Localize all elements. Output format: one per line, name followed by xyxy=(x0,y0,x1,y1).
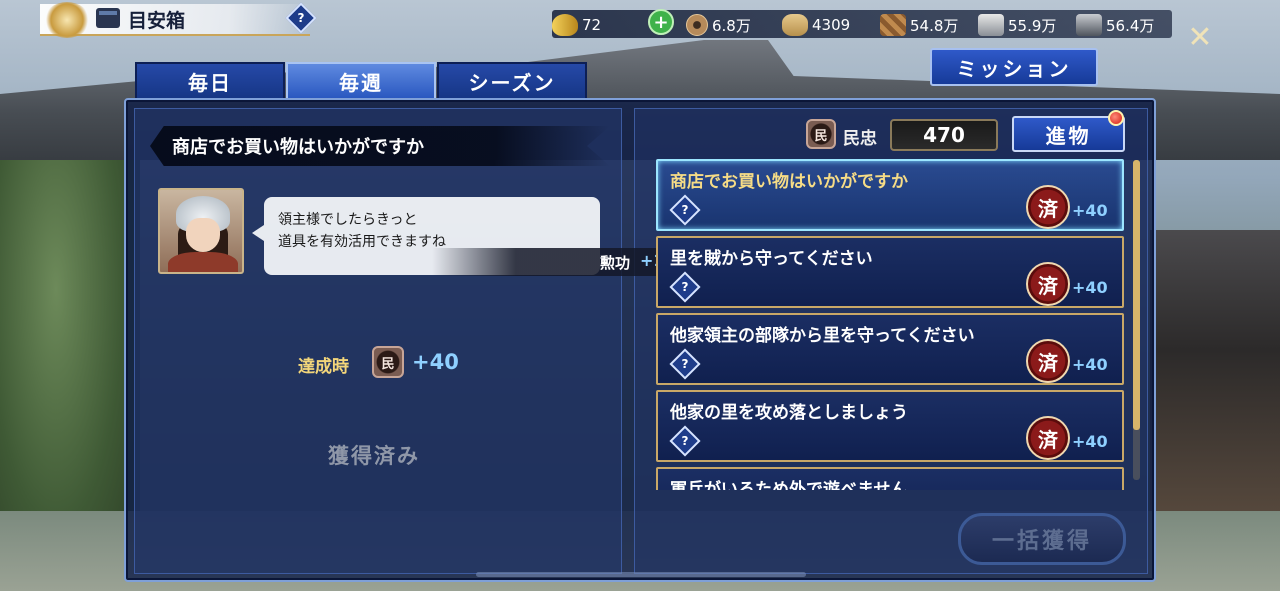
resource-lumber-value: 54.8万 xyxy=(910,16,959,35)
mission-help-button[interactable]: ? xyxy=(669,425,701,457)
mission-item[interactable]: 他家の里を攻め落としましょう ? 済 +40 xyxy=(656,390,1124,462)
mission-title: 他家領主の部隊から里を守ってください xyxy=(670,326,975,346)
scroll-thumb[interactable] xyxy=(1133,160,1140,430)
mission-title: 軍兵がいるため外で遊べません xyxy=(670,480,908,490)
speech-line-1: 領主様でしたらきっと xyxy=(278,212,418,228)
mission-item[interactable]: 他家領主の部隊から里を守ってください ? 済 +40 xyxy=(656,313,1124,385)
kunko-label: 勲功 xyxy=(600,254,631,272)
completed-stamp-icon: 済 xyxy=(1026,416,1070,460)
mission-list-scrollbar[interactable] xyxy=(1133,160,1140,480)
detail-pane xyxy=(134,108,622,574)
resource-coin-value: 6.8万 xyxy=(712,16,751,35)
help-icon: ? xyxy=(681,203,689,217)
resource-rice-value: 4309 xyxy=(812,16,851,34)
help-icon: ? xyxy=(681,280,689,294)
mission-title: 里を賊から守ってください xyxy=(670,249,873,269)
loyalty-badge-icon: 民 xyxy=(806,119,836,149)
mission-points: +40 xyxy=(1072,278,1108,297)
crest-icon xyxy=(44,2,90,38)
resource-gold-value: 72 xyxy=(582,16,602,34)
mission-help-button[interactable]: ? xyxy=(669,194,701,226)
claimed-status: 獲得済み xyxy=(328,443,420,468)
lumber-icon xyxy=(880,14,906,36)
npc-portrait xyxy=(158,188,244,274)
horizontal-scroll-indicator xyxy=(476,572,806,577)
page-title: 目安箱 xyxy=(128,10,186,32)
resource-iron-value: 56.4万 xyxy=(1106,16,1155,35)
help-icon: ? xyxy=(681,357,689,371)
help-icon: ? xyxy=(681,434,689,448)
help-icon: ? xyxy=(297,11,305,25)
coin-icon xyxy=(686,14,708,36)
tab-weekly[interactable]: 毎週 xyxy=(286,62,436,98)
mission-item[interactable]: 商店でお買い物はいかがですか ? 済 +40 xyxy=(656,159,1124,231)
mission-list[interactable]: 商店でお買い物はいかがですか ? 済 +40 里を賊から守ってください ? 済 … xyxy=(654,156,1126,490)
resource-bar: 72 + 6.8万 4309 54.8万 55.9万 56.4万 xyxy=(552,9,1172,38)
mission-points: +40 xyxy=(1072,201,1108,220)
rice-bale-icon xyxy=(782,14,808,36)
iron-icon xyxy=(1076,14,1102,36)
detail-heading: 商店でお買い物はいかがですか xyxy=(172,137,424,158)
claim-all-button[interactable]: 一括獲得 xyxy=(958,513,1126,565)
completed-stamp-icon: 済 xyxy=(1026,339,1070,383)
resource-gold: 72 xyxy=(552,14,601,36)
suggestion-box-icon xyxy=(96,8,120,28)
stone-icon xyxy=(978,14,1004,36)
mission-help-button[interactable]: ? xyxy=(669,271,701,303)
mission-help-button[interactable]: ? xyxy=(669,348,701,380)
reward-label: 達成時 xyxy=(298,357,349,377)
gold-koban-icon xyxy=(552,14,578,36)
close-button[interactable]: ✕ xyxy=(1186,23,1214,53)
add-gold-button[interactable]: + xyxy=(648,9,674,35)
resource-coin: 6.8万 xyxy=(686,14,751,36)
mission-item[interactable]: 里を賊から守ってください ? 済 +40 xyxy=(656,236,1124,308)
tab-season[interactable]: シーズン xyxy=(437,62,587,98)
resource-stone-value: 55.9万 xyxy=(1008,16,1057,35)
mission-title: 他家の里を攻め落としましょう xyxy=(670,403,908,423)
completed-stamp-icon: 済 xyxy=(1026,262,1070,306)
resource-lumber: 54.8万 xyxy=(880,14,958,36)
background-building xyxy=(1150,230,1280,530)
resource-rice: 4309 xyxy=(782,14,850,36)
mission-button[interactable]: ミッション xyxy=(930,48,1098,86)
tab-daily[interactable]: 毎日 xyxy=(135,62,285,98)
mission-points: +40 xyxy=(1072,432,1108,451)
mission-title: 商店でお買い物はいかがですか xyxy=(670,172,908,192)
reward-value: +40 xyxy=(412,350,459,374)
plus-icon: + xyxy=(648,9,674,35)
min-badge-icon: 民 xyxy=(372,346,404,378)
loyalty-value: 470 xyxy=(890,119,998,151)
resource-iron: 56.4万 xyxy=(1076,14,1154,36)
completed-stamp-icon: 済 xyxy=(1026,185,1070,229)
loyalty-label: 民忠 xyxy=(843,129,877,149)
resource-stone: 55.9万 xyxy=(978,14,1056,36)
mission-item[interactable]: 軍兵がいるため外で遊べません xyxy=(656,467,1124,490)
mission-points: +40 xyxy=(1072,355,1108,374)
notification-dot-icon xyxy=(1108,110,1124,126)
